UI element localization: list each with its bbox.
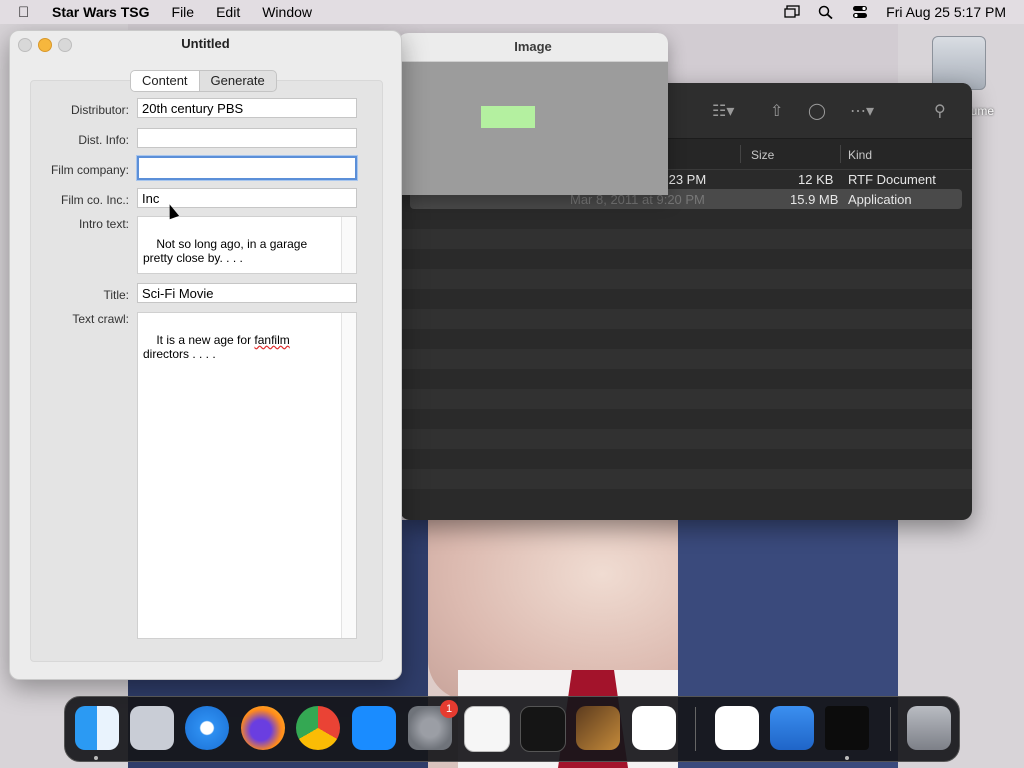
- screen-mirroring-icon[interactable]: [784, 5, 800, 19]
- terminal-icon[interactable]: [520, 706, 566, 752]
- safari-icon[interactable]: [185, 706, 229, 750]
- view-grid-icon[interactable]: ☷▾: [712, 101, 734, 121]
- title-label: Title:: [103, 288, 129, 302]
- visual-studio-icon[interactable]: [715, 706, 759, 750]
- star-wars-tsg-icon[interactable]: [825, 706, 869, 750]
- intro-text-scrollbar[interactable]: [341, 217, 356, 273]
- tab-generate[interactable]: Generate: [200, 71, 276, 91]
- search-icon[interactable]: ⚲: [934, 101, 946, 121]
- dock: 1: [64, 696, 960, 762]
- image-window-title: Image: [398, 33, 668, 62]
- trash-icon[interactable]: [907, 706, 951, 750]
- window-titlebar: Untitled: [10, 31, 401, 57]
- menu-window[interactable]: Window: [262, 4, 312, 20]
- close-button[interactable]: [18, 38, 32, 52]
- film-company-field[interactable]: [137, 156, 357, 180]
- intro-text-area[interactable]: Not so long ago, in a garage pretty clos…: [137, 216, 357, 274]
- chrome-icon[interactable]: [296, 706, 340, 750]
- more-actions-icon[interactable]: ⋯▾: [850, 101, 874, 121]
- weather-icon[interactable]: [770, 706, 814, 750]
- garageband-icon[interactable]: [576, 706, 620, 750]
- dist-info-field[interactable]: [137, 128, 357, 148]
- notification-badge: 1: [440, 700, 458, 718]
- film-company-label: Film company:: [50, 163, 129, 177]
- tab-control: Content Generate: [130, 70, 277, 92]
- textedit-icon[interactable]: [464, 706, 510, 752]
- vscode-icon[interactable]: [632, 706, 676, 750]
- untitled-window: Untitled Content Generate Distributor: 2…: [9, 30, 402, 680]
- film-co-inc-label: Film co. Inc.:: [60, 193, 129, 207]
- kind-column-header[interactable]: Kind: [848, 148, 872, 162]
- menu-file[interactable]: File: [172, 4, 195, 20]
- size-column-header[interactable]: Size: [751, 148, 774, 162]
- launchpad-icon[interactable]: [130, 706, 174, 750]
- text-crawl-label: Text crawl:: [72, 312, 129, 326]
- text-crawl-area[interactable]: It is a new age for fanfilm directors . …: [137, 312, 357, 639]
- app-menu[interactable]: Star Wars TSG: [52, 4, 150, 20]
- window-title: Untitled: [181, 36, 230, 51]
- intro-text-label: Intro text:: [78, 217, 129, 231]
- image-color-swatch: [481, 106, 535, 128]
- distributor-field[interactable]: 20th century PBS: [137, 98, 357, 118]
- apple-menu-icon[interactable]: : [18, 4, 36, 21]
- finder-icon[interactable]: [75, 706, 119, 750]
- intro-text-value: Not so long ago, in a garage pretty clos…: [143, 237, 311, 265]
- text-crawl-scrollbar[interactable]: [341, 313, 356, 638]
- menu-bar:  Star Wars TSG File Edit Window Fri Aug…: [0, 0, 1024, 24]
- finder-file-list: :23 PM 12 KB RTF Document Mar 8, 2011 at…: [400, 169, 972, 489]
- tab-content[interactable]: Content: [131, 71, 200, 91]
- menu-edit[interactable]: Edit: [216, 4, 240, 20]
- control-center-icon[interactable]: [852, 5, 868, 19]
- app-store-icon[interactable]: [352, 706, 396, 750]
- system-settings-icon[interactable]: 1: [408, 700, 458, 750]
- distributor-label: Distributor:: [70, 103, 129, 117]
- minimize-button[interactable]: [38, 38, 52, 52]
- menubar-clock[interactable]: Fri Aug 25 5:17 PM: [886, 4, 1006, 20]
- image-window: Image: [398, 33, 668, 195]
- dist-info-label: Dist. Info:: [78, 133, 129, 147]
- firefox-icon[interactable]: [241, 706, 285, 750]
- zoom-button[interactable]: [58, 38, 72, 52]
- title-field[interactable]: Sci-Fi Movie: [137, 283, 357, 303]
- share-icon[interactable]: ⇧: [770, 101, 783, 121]
- misspelled-word: fanfilm: [254, 333, 290, 347]
- spotlight-search-icon[interactable]: [818, 5, 834, 20]
- tag-icon[interactable]: ◯: [808, 101, 826, 121]
